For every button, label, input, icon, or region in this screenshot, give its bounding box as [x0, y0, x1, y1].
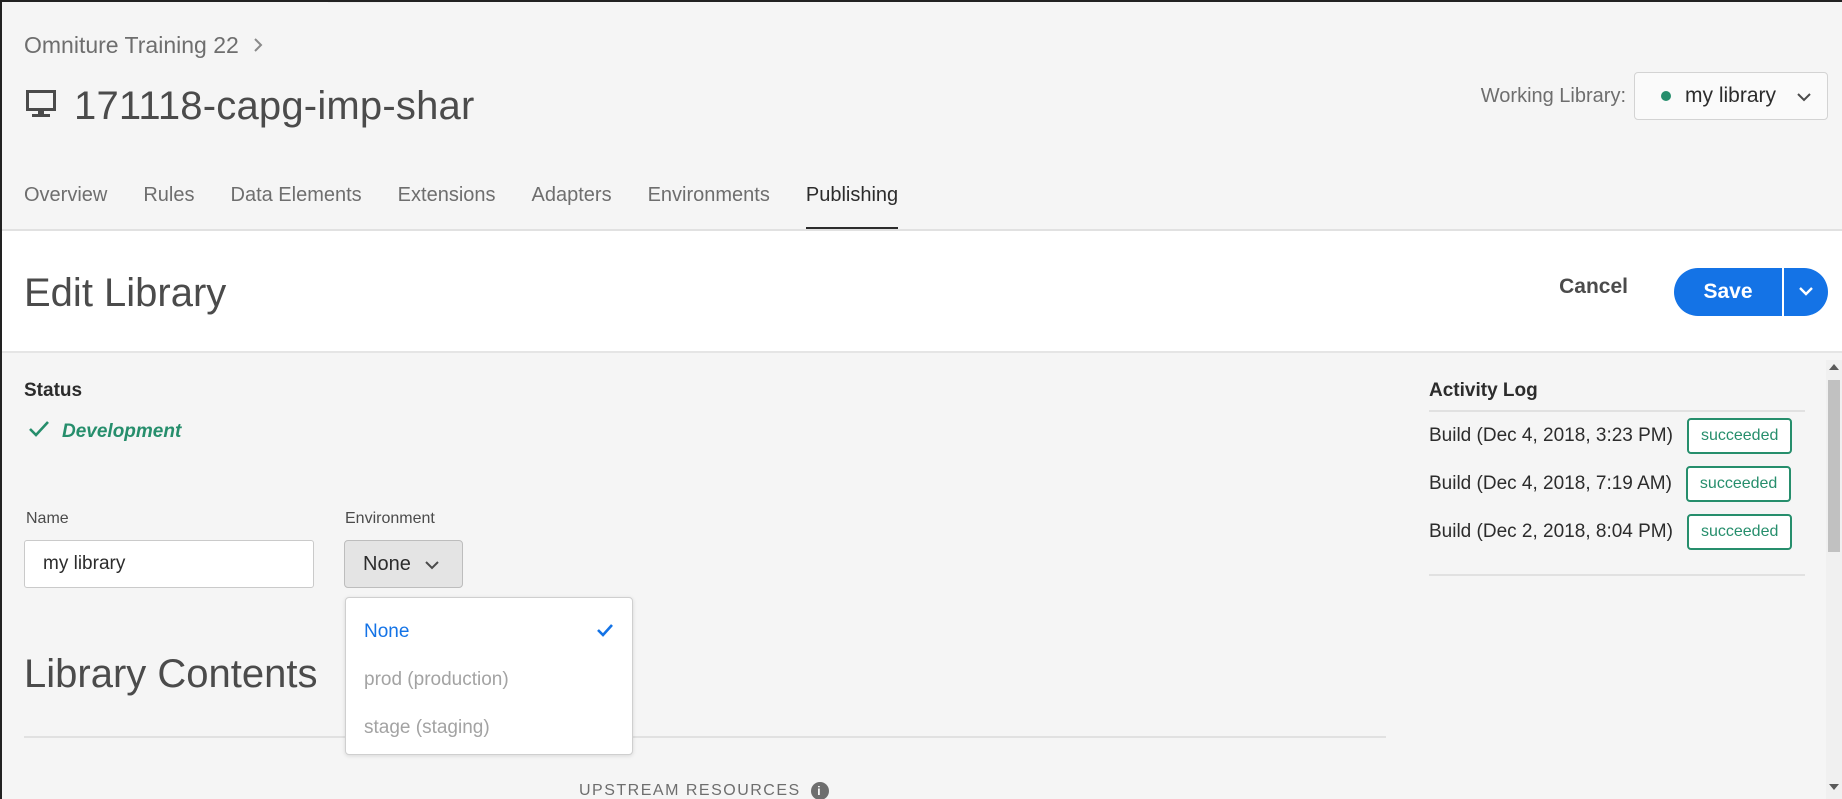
- environment-value: None: [363, 552, 411, 575]
- status-badge: succeeded: [1686, 418, 1793, 454]
- menu-item-none[interactable]: None: [346, 608, 632, 656]
- menu-item-prod[interactable]: prod (production): [346, 656, 632, 704]
- chevron-right-icon: [253, 33, 263, 59]
- tab-rules[interactable]: Rules: [143, 180, 194, 230]
- page-title: Edit Library: [24, 271, 227, 315]
- menu-item-label: prod (production): [364, 669, 509, 690]
- tab-extensions[interactable]: Extensions: [398, 180, 496, 230]
- activity-log-divider: [1429, 574, 1805, 576]
- scroll-down-arrow-icon[interactable]: [1829, 784, 1839, 790]
- tab-environments[interactable]: Environments: [648, 180, 770, 230]
- cancel-button[interactable]: Cancel: [1559, 275, 1628, 299]
- app-frame: Omniture Training 22 171118-capg-imp-sha…: [0, 0, 1842, 799]
- menu-item-label: None: [364, 621, 410, 642]
- log-entry-text: Build (Dec 4, 2018, 3:23 PM): [1429, 425, 1673, 446]
- menu-item-label: stage (staging): [364, 717, 490, 738]
- scroll-up-arrow-icon[interactable]: [1829, 364, 1839, 370]
- contents-divider: [24, 736, 1386, 738]
- list-item: Build (Dec 2, 2018, 8:04 PM) succeeded: [1429, 508, 1805, 556]
- save-options-button[interactable]: [1782, 268, 1828, 316]
- property-name: 171118-capg-imp-shar: [74, 84, 475, 128]
- working-library-select[interactable]: my library: [1634, 72, 1828, 120]
- working-library-value: my library: [1685, 84, 1777, 107]
- status-text: Development: [62, 421, 182, 442]
- scrollbar-thumb[interactable]: [1828, 380, 1840, 552]
- edit-library-bar: Edit Library Cancel Save: [2, 231, 1842, 353]
- monitor-icon: [26, 90, 56, 123]
- info-icon[interactable]: i: [810, 782, 829, 799]
- breadcrumb-company[interactable]: Omniture Training 22: [24, 32, 239, 59]
- tab-publishing[interactable]: Publishing: [805, 180, 899, 230]
- status-dot-icon: [1661, 91, 1671, 101]
- chevron-down-icon: [425, 553, 439, 576]
- status-badge: succeeded: [1686, 514, 1793, 550]
- status-label: Status: [24, 380, 83, 401]
- save-button-group: Save: [1674, 268, 1828, 316]
- chevron-down-icon: [1797, 84, 1811, 108]
- status-badge: succeeded: [1685, 466, 1792, 502]
- library-contents-heading: Library Contents: [24, 652, 318, 696]
- activity-log-heading: Activity Log: [1429, 380, 1805, 412]
- save-button[interactable]: Save: [1674, 268, 1782, 316]
- environment-label: Environment: [345, 510, 435, 527]
- working-library: Working Library: my library: [1481, 72, 1828, 120]
- menu-item-stage[interactable]: stage (staging): [346, 704, 632, 752]
- chevron-down-icon: [1799, 283, 1813, 301]
- upstream-label: UPSTREAM RESOURCES: [579, 782, 801, 799]
- log-entry-text: Build (Dec 4, 2018, 7:19 AM): [1429, 473, 1672, 494]
- breadcrumb[interactable]: Omniture Training 22: [24, 32, 263, 59]
- log-entry-text: Build (Dec 2, 2018, 8:04 PM): [1429, 521, 1673, 542]
- name-label: Name: [26, 510, 69, 527]
- list-item: Build (Dec 4, 2018, 7:19 AM) succeeded: [1429, 460, 1805, 508]
- status-value: Development: [28, 420, 181, 444]
- working-library-label: Working Library:: [1480, 84, 1626, 107]
- property-tabs: Overview Rules Data Elements Extensions …: [24, 180, 934, 230]
- name-input[interactable]: [24, 540, 314, 588]
- checkmark-icon: [28, 420, 50, 444]
- upstream-resources-header: UPSTREAM RESOURCES i: [579, 782, 829, 799]
- window-notch: [328, 2, 390, 3]
- property-title: 171118-capg-imp-shar: [26, 84, 475, 129]
- tab-overview[interactable]: Overview: [24, 180, 107, 230]
- checkmark-icon: [596, 621, 614, 643]
- environment-menu: None prod (production) stage (staging): [345, 597, 633, 755]
- environment-select[interactable]: None: [344, 540, 463, 588]
- list-item: Build (Dec 4, 2018, 3:23 PM) succeeded: [1429, 412, 1805, 460]
- activity-log: Activity Log Build (Dec 4, 2018, 3:23 PM…: [1429, 380, 1805, 576]
- tab-data-elements[interactable]: Data Elements: [231, 180, 362, 230]
- tab-adapters[interactable]: Adapters: [532, 180, 612, 230]
